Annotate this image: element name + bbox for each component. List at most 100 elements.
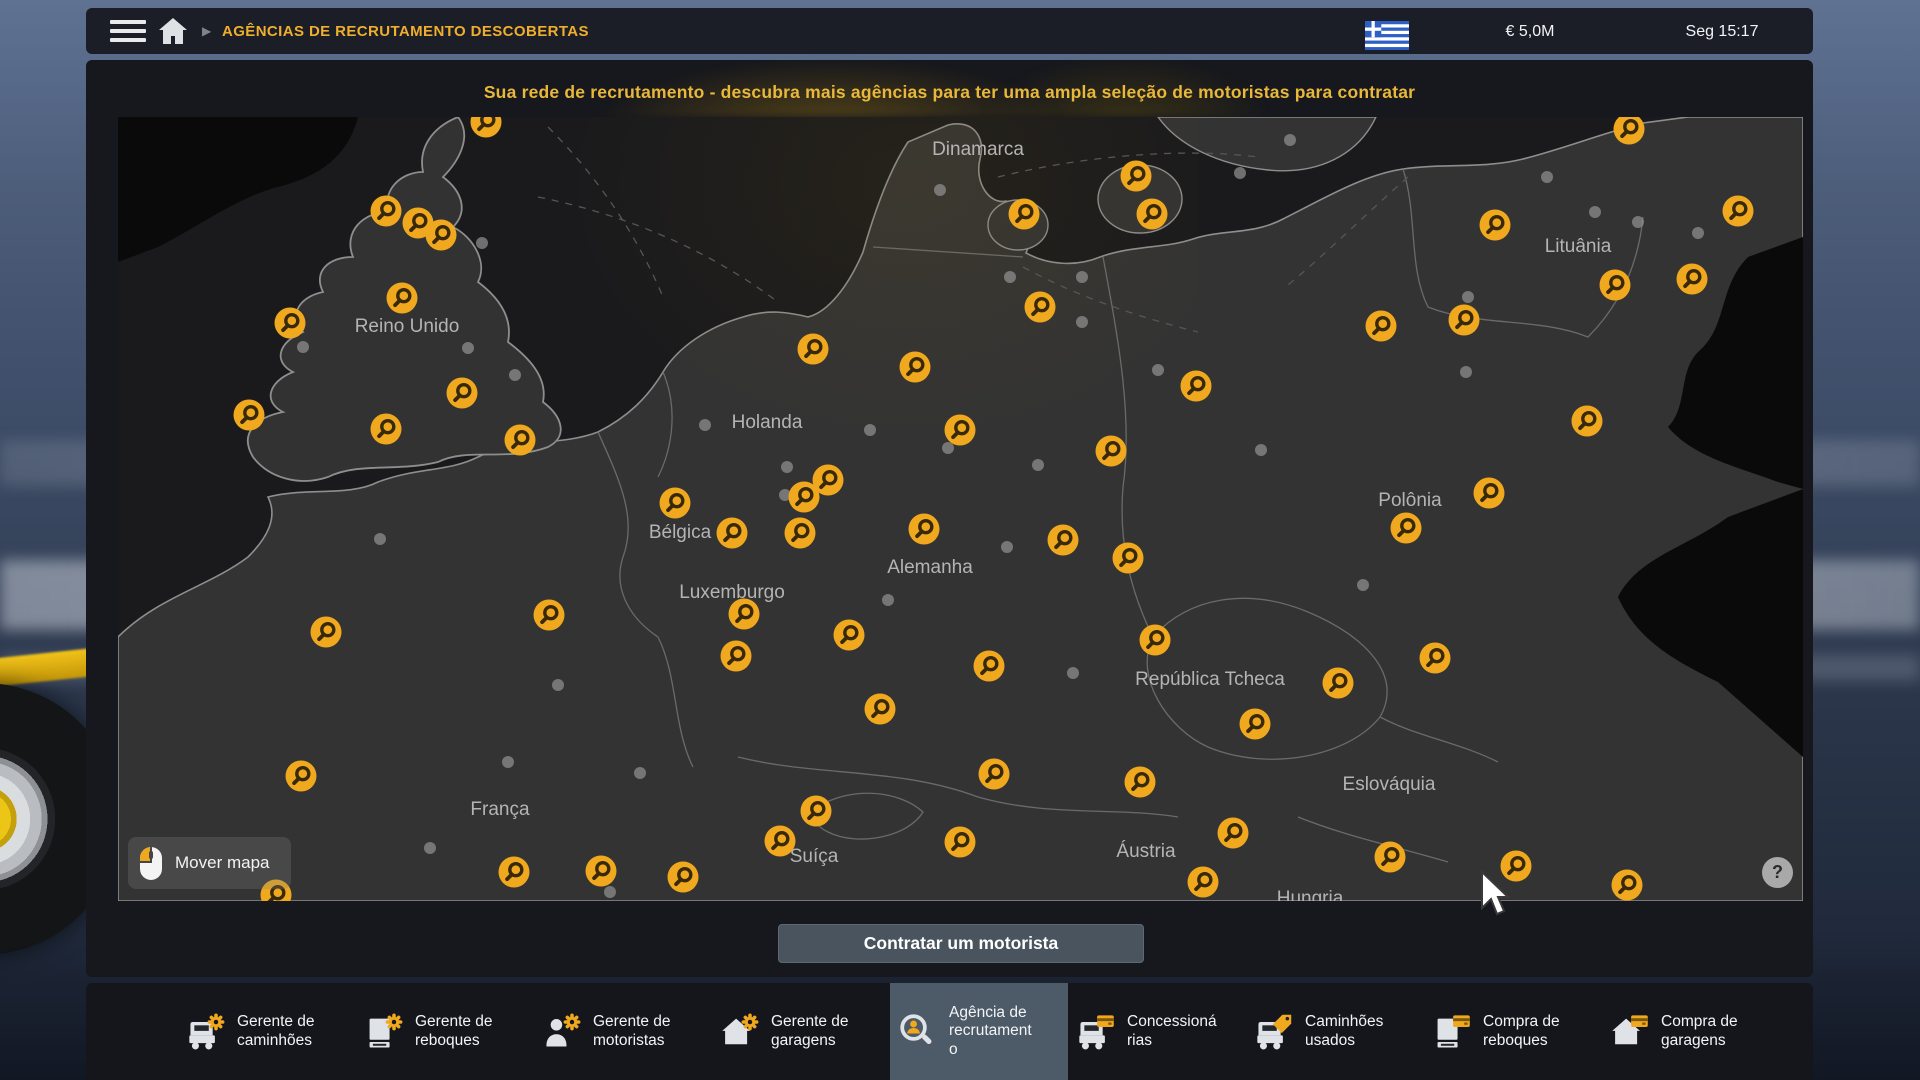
agency-pin[interactable] <box>371 414 402 445</box>
agency-pin[interactable] <box>1614 117 1645 145</box>
city-dot <box>1255 444 1267 456</box>
agency-pin[interactable] <box>586 856 617 887</box>
agency-pin[interactable] <box>974 651 1005 682</box>
agency-pin[interactable] <box>909 514 940 545</box>
nav-item-used-trucks[interactable]: Caminhõesusados <box>1246 983 1424 1080</box>
agency-pin[interactable] <box>979 759 1010 790</box>
home-icon[interactable] <box>158 17 188 45</box>
country-label: Lituânia <box>1545 236 1612 258</box>
agency-pin[interactable] <box>1366 311 1397 342</box>
agency-pin[interactable] <box>1025 292 1056 323</box>
nav-item-truck-manager[interactable]: Gerente decaminhões <box>178 983 356 1080</box>
agency-pin[interactable] <box>798 334 829 365</box>
agency-pin[interactable] <box>945 827 976 858</box>
agency-pin[interactable] <box>499 857 530 888</box>
money-display[interactable]: € 5,0M <box>1450 8 1610 54</box>
help-button[interactable]: ? <box>1762 857 1793 888</box>
nav-item-label: Compra dereboques <box>1483 1013 1560 1050</box>
city-dot <box>1632 216 1644 228</box>
agency-pin[interactable] <box>447 378 478 409</box>
agency-pin[interactable] <box>1474 478 1505 509</box>
agency-pin[interactable] <box>1449 305 1480 336</box>
agency-pin[interactable] <box>1612 870 1643 901</box>
agency-pin[interactable] <box>660 488 691 519</box>
agency-pin[interactable] <box>471 117 502 138</box>
breadcrumb: AGÊNCIAS DE RECRUTAMENTO DESCOBERTAS <box>222 8 589 54</box>
agency-pin[interactable] <box>1048 525 1079 556</box>
agency-pin[interactable] <box>1181 371 1212 402</box>
agency-pin[interactable] <box>1375 842 1406 873</box>
truck-gear-icon <box>186 1012 226 1052</box>
agency-pin[interactable] <box>1009 199 1040 230</box>
agency-pin[interactable] <box>1240 709 1271 740</box>
nav-item-trailer-manager[interactable]: Gerente dereboques <box>356 983 534 1080</box>
agency-pin[interactable] <box>1572 406 1603 437</box>
agency-pin[interactable] <box>1188 867 1219 898</box>
country-label: Bélgica <box>649 522 711 544</box>
city-dot <box>1460 366 1472 378</box>
city-dot <box>781 461 793 473</box>
agency-pin[interactable] <box>387 283 418 314</box>
agency-pin[interactable] <box>1096 436 1127 467</box>
house-gear-icon <box>720 1012 760 1052</box>
move-map-button[interactable]: Mover mapa <box>128 837 291 889</box>
nav-item-driver-manager[interactable]: Gerente demotoristas <box>534 983 712 1080</box>
agency-pin[interactable] <box>1323 668 1354 699</box>
agency-pin[interactable] <box>275 308 306 339</box>
city-dot <box>1284 134 1296 146</box>
recruitment-panel: Sua rede de recrutamento - descubra mais… <box>86 60 1813 977</box>
nav-item-trailer-purchase[interactable]: Compra dereboques <box>1424 983 1602 1080</box>
hire-driver-button[interactable]: Contratar um motorista <box>778 924 1144 963</box>
agency-pin[interactable] <box>945 415 976 446</box>
bottom-navbar: Gerente decaminhõesGerente dereboquesGer… <box>86 983 1813 1080</box>
agency-pin[interactable] <box>865 694 896 725</box>
agency-pin[interactable] <box>311 617 342 648</box>
nav-item-garage-manager[interactable]: Gerente degaragens <box>712 983 890 1080</box>
nav-item-recruitment-agency[interactable]: Agência derecrutamento <box>890 983 1068 1080</box>
city-dot <box>502 756 514 768</box>
agency-pin[interactable] <box>900 352 931 383</box>
agency-pin[interactable] <box>1113 543 1144 574</box>
nav-item-label: Gerente decaminhões <box>237 1013 315 1050</box>
agency-pin[interactable] <box>505 425 536 456</box>
agency-pin[interactable] <box>1501 851 1532 882</box>
city-dot <box>1067 667 1079 679</box>
trailer-card-icon <box>1432 1012 1472 1052</box>
agency-pin[interactable] <box>1391 513 1422 544</box>
agency-pin[interactable] <box>785 518 816 549</box>
city-dot <box>1004 271 1016 283</box>
panel-subtitle: Sua rede de recrutamento - descubra mais… <box>86 82 1813 103</box>
agency-pin[interactable] <box>426 220 457 251</box>
nav-item-dealerships[interactable]: Concessionárias <box>1068 983 1246 1080</box>
europe-map[interactable]: DinamarcaReino UnidoLituâniaHolandaBélgi… <box>118 117 1803 901</box>
agency-pin[interactable] <box>1140 625 1171 656</box>
agency-pin[interactable] <box>1600 270 1631 301</box>
agency-pin[interactable] <box>668 862 699 893</box>
agency-pin[interactable] <box>1125 767 1156 798</box>
nav-item-label: Caminhõesusados <box>1305 1013 1383 1050</box>
house-card-icon <box>1610 1012 1650 1052</box>
agency-pin[interactable] <box>1723 196 1754 227</box>
agency-pin[interactable] <box>1480 210 1511 241</box>
agency-pin[interactable] <box>234 400 265 431</box>
agency-pin[interactable] <box>1677 264 1708 295</box>
agency-pin[interactable] <box>1218 818 1249 849</box>
agency-pin[interactable] <box>1137 199 1168 230</box>
agency-pin[interactable] <box>1121 161 1152 192</box>
agency-pin[interactable] <box>1420 643 1451 674</box>
agency-pin[interactable] <box>765 826 796 857</box>
agency-pin[interactable] <box>834 620 865 651</box>
menu-icon[interactable] <box>110 20 146 42</box>
agency-pin[interactable] <box>729 599 760 630</box>
agency-pin[interactable] <box>789 482 820 513</box>
city-dot <box>1032 459 1044 471</box>
country-label: Reino Unido <box>355 316 460 338</box>
agency-pin[interactable] <box>717 518 748 549</box>
nav-item-garage-purchase[interactable]: Compra degaragens <box>1602 983 1780 1080</box>
agency-pin[interactable] <box>534 600 565 631</box>
agency-pin[interactable] <box>721 641 752 672</box>
agency-pin[interactable] <box>286 761 317 792</box>
agency-pin[interactable] <box>801 796 832 827</box>
greece-flag-icon[interactable] <box>1365 21 1409 48</box>
agency-pin[interactable] <box>371 196 402 227</box>
